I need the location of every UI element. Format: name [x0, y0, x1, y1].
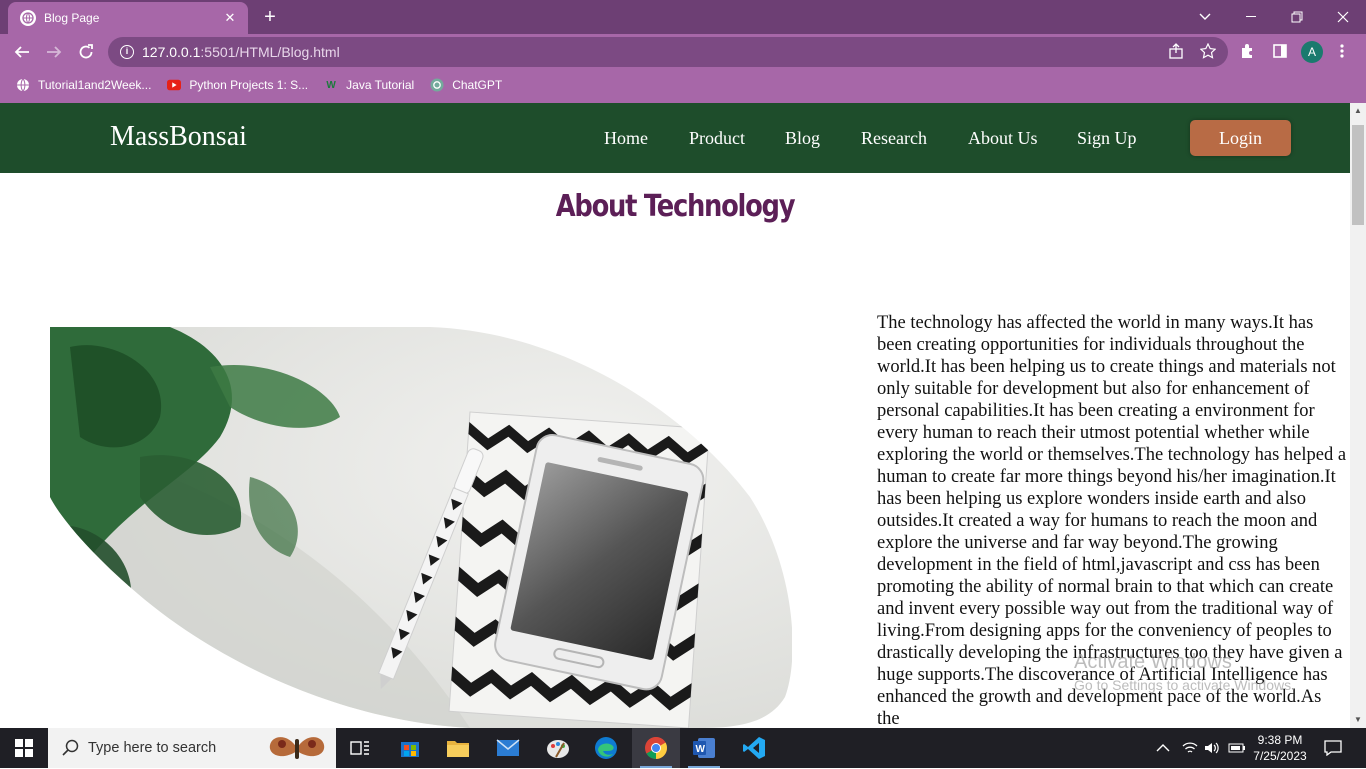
url-host: 127.0.0.1 — [142, 44, 201, 60]
file-explorer-icon[interactable] — [434, 728, 482, 768]
nav-link-about-us[interactable]: About Us — [968, 128, 1038, 149]
minimize-icon[interactable] — [1228, 0, 1274, 34]
bookmark-label: Tutorial1and2Week... — [38, 78, 152, 92]
bookmark-label: Java Tutorial — [346, 78, 415, 92]
star-bookmark-icon[interactable] — [1196, 39, 1220, 63]
taskbar-clock[interactable]: 9:38 PM 7/25/2023 — [1242, 732, 1318, 764]
kebab-menu-icon[interactable] — [1330, 39, 1354, 63]
moth-search-highlight-icon — [268, 731, 326, 769]
bookmark-item[interactable]: Tutorial1and2Week... — [16, 78, 151, 92]
restore-icon[interactable] — [1274, 0, 1320, 34]
windows-taskbar: Type here to search W 9:38 PM 7/25/2023 — [0, 728, 1366, 768]
address-bar[interactable]: i 127.0.0.1:5501/HTML/Blog.html — [108, 37, 1228, 67]
scroll-up-arrow-icon[interactable]: ▲ — [1350, 103, 1366, 119]
bookmark-item[interactable]: ChatGPT — [430, 78, 502, 92]
globe-icon — [16, 78, 30, 92]
nav-link-sign-up[interactable]: Sign Up — [1077, 128, 1137, 149]
globe-icon — [20, 10, 36, 26]
nav-link-home[interactable]: Home — [604, 128, 648, 149]
url-path: :5501/HTML/Blog.html — [200, 44, 340, 60]
tab-close-icon[interactable]: ✕ — [222, 10, 238, 26]
scrollbar-thumb[interactable] — [1352, 125, 1364, 225]
paint-icon[interactable] — [534, 728, 582, 768]
browser-tab[interactable]: Blog Page ✕ — [8, 2, 248, 34]
page-viewport: MassBonsai Home Product Blog Research Ab… — [0, 103, 1350, 728]
nav-link-research[interactable]: Research — [861, 128, 927, 149]
youtube-icon — [167, 78, 182, 92]
bookmark-label: Python Projects 1: S... — [189, 78, 309, 92]
site-logo[interactable]: MassBonsai — [110, 121, 247, 153]
reload-icon[interactable] — [73, 39, 99, 65]
notifications-icon[interactable] — [1324, 728, 1342, 768]
wifi-icon[interactable] — [1182, 728, 1198, 768]
search-placeholder: Type here to search — [88, 740, 217, 756]
windows-start-icon[interactable] — [0, 728, 48, 768]
login-button[interactable]: Login — [1190, 120, 1291, 156]
page-scrollbar[interactable]: ▲ ▼ — [1350, 103, 1366, 728]
extensions-puzzle-icon[interactable] — [1236, 39, 1260, 63]
clock-date: 7/25/2023 — [1253, 749, 1307, 763]
new-tab-button[interactable]: + — [258, 6, 282, 28]
tab-title: Blog Page — [44, 11, 100, 25]
site-navbar: MassBonsai Home Product Blog Research Ab… — [0, 103, 1350, 173]
edge-browser-icon[interactable] — [582, 728, 630, 768]
activate-windows-title: Activate Windows — [1074, 651, 1232, 673]
word-icon[interactable]: W — [680, 728, 728, 768]
search-icon — [62, 739, 79, 756]
scroll-down-arrow-icon[interactable]: ▼ — [1350, 712, 1366, 728]
close-window-icon[interactable] — [1320, 0, 1366, 34]
blog-image — [50, 327, 792, 728]
info-icon[interactable]: i — [120, 45, 134, 59]
chatgpt-icon — [430, 78, 444, 92]
chrome-icon[interactable] — [632, 728, 680, 768]
clock-time: 9:38 PM — [1257, 733, 1303, 747]
activate-windows-subtitle: Go to Settings to activate Windows. — [1074, 677, 1295, 693]
forward-arrow-icon[interactable] — [41, 39, 67, 65]
browser-toolbar: i 127.0.0.1:5501/HTML/Blog.html — [0, 34, 1366, 70]
task-view-icon[interactable] — [336, 728, 384, 768]
tab-search-chevron-icon[interactable] — [1182, 0, 1228, 34]
page-title: About Technology — [555, 189, 796, 224]
svg-text:W: W — [696, 744, 706, 755]
taskbar-search-box[interactable]: Type here to search — [48, 728, 336, 768]
nav-link-blog[interactable]: Blog — [785, 128, 820, 149]
bookmarks-bar: Tutorial1and2Week... Python Projects 1: … — [0, 70, 1366, 100]
mail-icon[interactable] — [484, 728, 532, 768]
profile-avatar[interactable]: A — [1301, 41, 1323, 63]
volume-icon[interactable] — [1204, 728, 1220, 768]
side-panel-icon[interactable] — [1268, 39, 1292, 63]
browser-tabstrip: Blog Page ✕ + — [0, 0, 1366, 34]
microsoft-store-icon[interactable] — [386, 728, 434, 768]
vscode-icon[interactable] — [730, 728, 778, 768]
back-arrow-icon[interactable] — [9, 39, 35, 65]
bookmark-item[interactable]: Python Projects 1: S... — [167, 78, 308, 92]
w3schools-icon: W — [326, 79, 336, 91]
bookmark-item[interactable]: W Java Tutorial — [324, 78, 414, 92]
share-icon[interactable] — [1164, 39, 1188, 63]
bookmark-label: ChatGPT — [452, 78, 503, 92]
nav-link-product[interactable]: Product — [689, 128, 745, 149]
tray-chevron-up-icon[interactable] — [1156, 728, 1170, 768]
